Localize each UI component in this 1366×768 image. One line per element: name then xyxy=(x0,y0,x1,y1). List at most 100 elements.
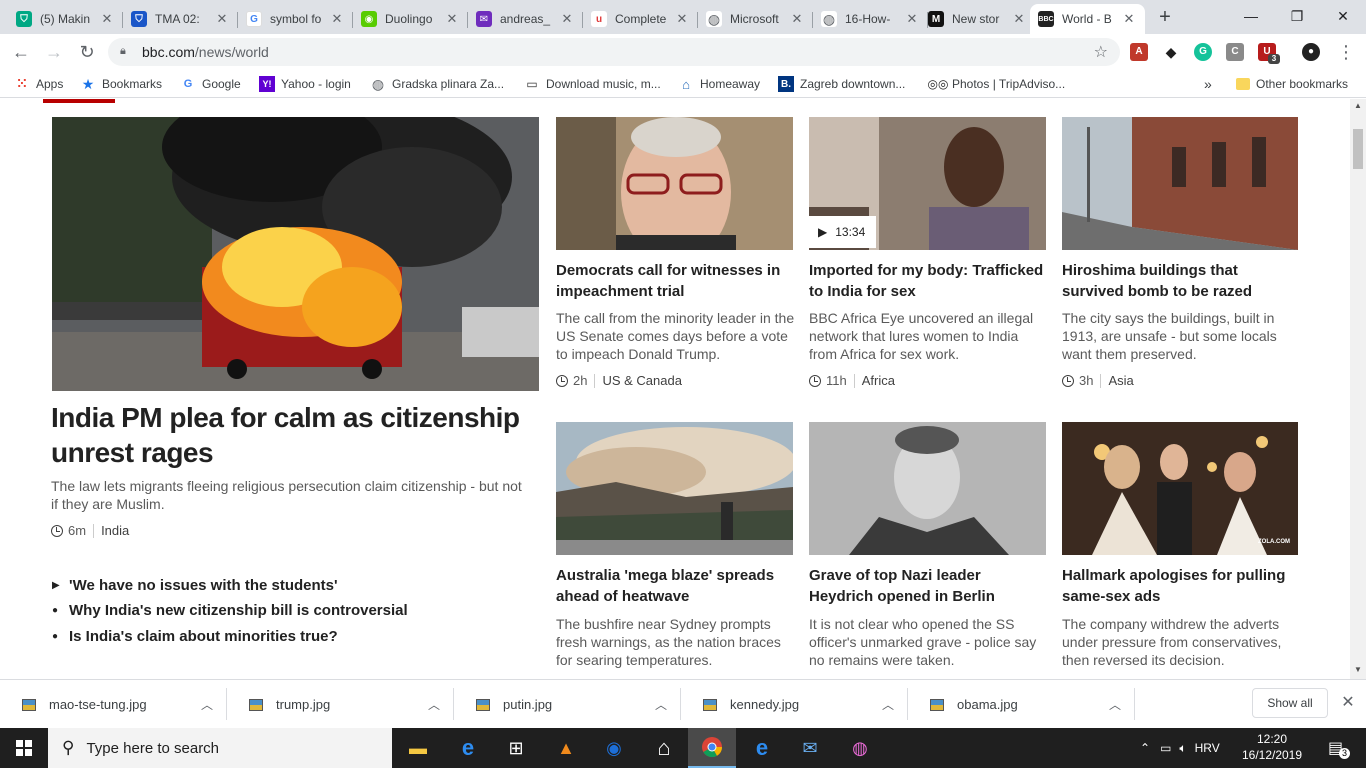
bookmark-apps[interactable]: ⁙ Apps xyxy=(14,75,64,93)
story-headline[interactable]: Australia 'mega blaze' spreads ahead of … xyxy=(556,565,801,607)
address-bar[interactable]: 🔒︎ bbc.com/news/world ☆ xyxy=(108,38,1120,66)
close-icon[interactable]: ✕ xyxy=(904,11,920,27)
scroll-up-arrow[interactable]: ▲ xyxy=(1350,101,1366,110)
tab-10-active[interactable]: BBC World - B ✕ xyxy=(1030,4,1145,34)
related-link-1[interactable]: ▶ 'We have no issues with the students' xyxy=(52,577,338,594)
close-icon[interactable]: ✕ xyxy=(329,11,345,27)
download-item[interactable]: kennedy.jpg ︿ xyxy=(681,680,908,729)
notifications-button[interactable]: ▤ 3 xyxy=(1322,728,1356,768)
bookmark-gradska-plinara[interactable]: ◍ Gradska plinara Za... xyxy=(370,75,504,93)
tab-2[interactable]: ⛉ TMA 02: ✕ xyxy=(123,4,238,34)
story-headline[interactable]: Grave of top Nazi leader Heydrich opened… xyxy=(809,565,1049,607)
story-headline[interactable]: Hiroshima buildings that survived bomb t… xyxy=(1062,260,1298,302)
taskbar-clock[interactable]: 12:20 16/12/2019 xyxy=(1232,731,1312,763)
story-headline[interactable]: Democrats call for witnesses in impeachm… xyxy=(556,260,801,302)
story-image-schumer[interactable] xyxy=(556,117,793,250)
story-image-hiroshima[interactable] xyxy=(1062,117,1298,250)
grammarly-extension-icon[interactable]: G xyxy=(1194,43,1212,61)
other-bookmarks[interactable]: Other bookmarks xyxy=(1236,75,1348,93)
story-section-link[interactable]: India xyxy=(101,523,129,538)
chevron-up-icon[interactable]: ︿ xyxy=(414,696,454,713)
close-icon[interactable]: ✕ xyxy=(1011,11,1027,27)
story-headline[interactable]: Hallmark apologises for pulling same-sex… xyxy=(1062,565,1298,607)
new-tab-button[interactable]: + xyxy=(1152,6,1178,30)
volume-icon[interactable]: 🔈︎ xyxy=(1179,741,1186,756)
main-story-image[interactable] xyxy=(52,117,539,391)
tab-5[interactable]: ✉ andreas_ ✕ xyxy=(468,4,583,34)
related-link-2[interactable]: ● Why India's new citizenship bill is co… xyxy=(52,602,408,619)
chevron-up-icon[interactable]: ︿ xyxy=(187,696,227,713)
forward-button[interactable]: → xyxy=(42,40,66,64)
close-icon[interactable]: ✕ xyxy=(1121,11,1137,27)
chevron-up-icon[interactable]: ⌃ xyxy=(1140,741,1150,755)
story-section-link[interactable]: Asia xyxy=(1108,373,1133,388)
tab-6[interactable]: u Complete ✕ xyxy=(583,4,698,34)
bookmark-tripadvisor[interactable]: ◎◎ Photos | TripAdviso... xyxy=(928,75,1066,93)
pdf-extension-icon[interactable]: A xyxy=(1130,43,1148,61)
bookmark-yahoo[interactable]: Y! Yahoo - login xyxy=(259,75,351,93)
related-link-3[interactable]: ● Is India's claim about minorities true… xyxy=(52,628,338,645)
close-icon[interactable]: ✕ xyxy=(214,11,230,27)
show-all-downloads-button[interactable]: Show all xyxy=(1252,688,1328,718)
chevron-up-icon[interactable]: ︿ xyxy=(1095,696,1135,713)
minimize-button[interactable]: — xyxy=(1228,0,1274,34)
bookmarks-overflow-button[interactable]: » xyxy=(1204,75,1212,93)
main-story-headline[interactable]: India PM plea for calm as citizenship un… xyxy=(51,400,531,470)
reload-button[interactable]: ↻ xyxy=(75,40,99,64)
vertical-scrollbar[interactable]: ▲ ▼ xyxy=(1350,99,1366,679)
video-duration-badge[interactable]: ▶ 13:34 xyxy=(809,216,876,248)
internet-explorer-icon[interactable]: e xyxy=(738,728,786,768)
close-icon[interactable]: ✕ xyxy=(559,11,575,27)
close-icon[interactable]: ✕ xyxy=(1338,692,1358,712)
chrome-icon[interactable] xyxy=(688,728,736,768)
tab-8[interactable]: ◍ 16-How- ✕ xyxy=(813,4,928,34)
story-image-heydrich[interactable] xyxy=(809,422,1046,555)
vlc-icon[interactable]: ▲ xyxy=(542,728,590,768)
story-headline[interactable]: Imported for my body: Trafficked to Indi… xyxy=(809,260,1049,302)
scrollbar-thumb[interactable] xyxy=(1353,129,1363,169)
bookmark-bookmarks[interactable]: ★ Bookmarks xyxy=(80,75,162,93)
story-section-link[interactable]: US & Canada xyxy=(602,373,682,388)
diamond-extension-icon[interactable]: ◆ xyxy=(1162,43,1180,61)
file-explorer-icon[interactable]: ▬ xyxy=(394,728,442,768)
start-button[interactable] xyxy=(0,728,48,768)
close-window-button[interactable]: ✕ xyxy=(1320,0,1366,34)
close-icon[interactable]: ✕ xyxy=(444,11,460,27)
mail-app-icon[interactable]: ✉ xyxy=(786,728,834,768)
back-button[interactable]: ← xyxy=(9,40,33,64)
story-image-hallmark[interactable]: ZOLA.COM xyxy=(1062,422,1298,555)
close-icon[interactable]: ✕ xyxy=(99,11,115,27)
download-item[interactable]: trump.jpg ︿ xyxy=(227,680,454,729)
download-item[interactable]: mao-tse-tung.jpg ︿ xyxy=(0,680,227,729)
menu-icon[interactable]: ⋮ xyxy=(1334,40,1358,64)
chevron-up-icon[interactable]: ︿ xyxy=(641,696,681,713)
c-extension-icon[interactable]: C xyxy=(1226,43,1244,61)
taskbar-search-box[interactable]: ⚲ Type here to search xyxy=(48,728,392,768)
tab-4[interactable]: ◉ Duolingo ✕ xyxy=(353,4,468,34)
photos-app-icon[interactable]: ◍ xyxy=(836,728,884,768)
scroll-down-arrow[interactable]: ▼ xyxy=(1350,665,1366,674)
close-icon[interactable]: ✕ xyxy=(789,11,805,27)
chevron-up-icon[interactable]: ︿ xyxy=(868,696,908,713)
story-section-link[interactable]: Africa xyxy=(862,373,895,388)
bookmark-homeaway[interactable]: ⌂ Homeaway xyxy=(678,75,760,93)
store-icon[interactable]: ⊞ xyxy=(492,728,540,768)
language-indicator[interactable]: HRV xyxy=(1195,741,1220,755)
network-icon[interactable]: ▭ xyxy=(1160,741,1171,755)
tab-7[interactable]: ◍ Microsoft ✕ xyxy=(698,4,813,34)
story-image-australia-blaze[interactable] xyxy=(556,422,793,555)
restore-button[interactable]: ❐ xyxy=(1274,0,1320,34)
profile-avatar[interactable]: ● xyxy=(1302,43,1320,61)
close-icon[interactable]: ✕ xyxy=(674,11,690,27)
tab-1[interactable]: ⛉ (5) Makin ✕ xyxy=(8,4,123,34)
download-item[interactable]: putin.jpg ︿ xyxy=(454,680,681,729)
home-icon[interactable]: ⌂ xyxy=(640,728,688,768)
teamviewer-icon[interactable]: ◉ xyxy=(590,728,638,768)
bookmark-download-music[interactable]: ▭ Download music, m... xyxy=(524,75,660,93)
bookmark-google[interactable]: G Google xyxy=(180,75,241,93)
download-item[interactable]: obama.jpg ︿ xyxy=(908,680,1135,729)
star-icon[interactable]: ☆ xyxy=(1094,42,1108,62)
tab-9[interactable]: M New stor ✕ xyxy=(920,4,1035,34)
tab-3[interactable]: G symbol fo ✕ xyxy=(238,4,353,34)
edge-icon[interactable]: e xyxy=(444,728,492,768)
